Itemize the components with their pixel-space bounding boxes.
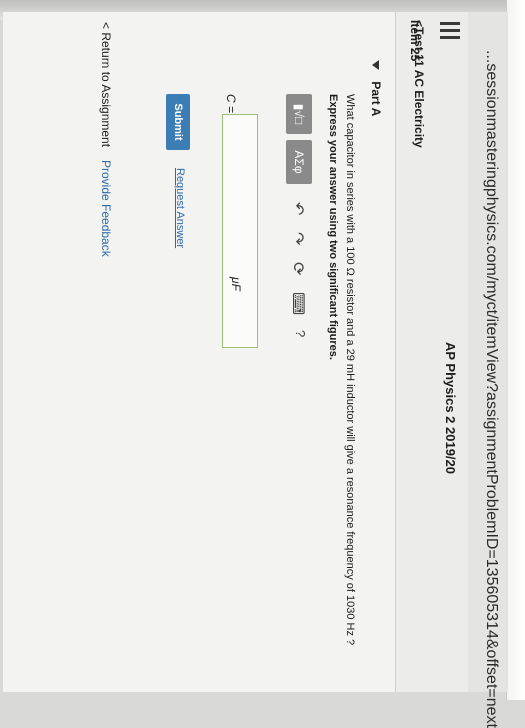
question-text: What capacitor in series with a 100 Ω re… [344, 94, 356, 646]
laptop-bezel [506, 0, 525, 700]
hamburger-icon[interactable] [438, 20, 460, 46]
return-link[interactable]: < Return to Assignment [99, 22, 113, 147]
answer-label: C = [224, 94, 238, 114]
browser-screen: ...sessionmasteringphysics.com/myct/item… [3, 12, 508, 728]
question-block: What capacitor in series with a 100 Ω re… [327, 94, 356, 654]
unit-label: μF [229, 277, 243, 291]
submit-button[interactable]: Submit [166, 94, 190, 150]
app-header: AP Physics 2 2019/20 <Test 11 AC Electri… [395, 12, 468, 692]
item-number: Item 25 [408, 20, 422, 62]
keyboard-icon[interactable]: ⌨ [288, 292, 308, 315]
greek-button[interactable]: ΑΣφ [286, 140, 312, 184]
course-title: AP Physics 2 2019/20 [443, 341, 458, 474]
template-button[interactable]: ▮√□ [286, 94, 312, 134]
undo-icon[interactable]: ↶ [288, 202, 308, 215]
instruction-text: Express your answer using two significan… [327, 94, 339, 360]
part-header[interactable]: Part A [369, 60, 383, 116]
reset-icon[interactable]: ⟳ [288, 262, 308, 275]
collapse-triangle-icon[interactable] [372, 60, 379, 70]
part-title: Part A [369, 81, 383, 117]
request-answer-link[interactable]: Request Answer [174, 168, 186, 248]
help-icon[interactable]: ? [293, 330, 308, 337]
url-text: ...sessionmasteringphysics.com/myct/item… [483, 50, 500, 728]
feedback-link[interactable]: Provide Feedback [99, 160, 113, 257]
redo-icon[interactable]: ↷ [288, 232, 308, 245]
math-toolbar: ▮√□ ΑΣφ ↶ ↷ ⟳ ⌨ ? [284, 94, 312, 394]
answer-input[interactable] [222, 114, 258, 348]
address-bar[interactable]: ...sessionmasteringphysics.com/myct/item… [467, 12, 508, 728]
